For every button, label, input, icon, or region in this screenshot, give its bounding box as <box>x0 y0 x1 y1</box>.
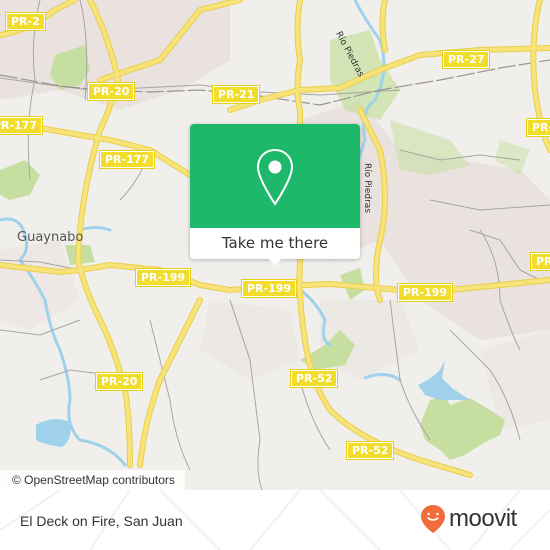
route-shield-pr-199: PR-199 <box>134 268 192 287</box>
map-attribution[interactable]: © OpenStreetMap contributors <box>0 470 185 490</box>
map-pin-icon <box>256 148 294 206</box>
moovit-pin-icon <box>421 505 445 533</box>
route-shield-pr-2: PR-2 <box>5 12 46 31</box>
route-shield-pr-52: PR-52 <box>345 441 395 460</box>
moovit-logo[interactable]: moovit <box>420 503 517 535</box>
route-shield-pr-27: PR-27 <box>441 50 491 69</box>
route-shield-pr: PR <box>530 252 550 271</box>
route-shield-pr-199: PR-199 <box>240 279 298 298</box>
place-label-guaynabo: Guaynabo <box>17 230 84 245</box>
map-view[interactable]: PR-2 PR-20 PR-21 PR-27 PR-177 PR-177 PR-… <box>0 0 550 490</box>
route-shield-pr-177: PR-177 <box>98 150 156 169</box>
route-shield-pr-199: PR-199 <box>396 283 454 302</box>
popup-pointer <box>268 258 282 266</box>
route-shield-pr-21: PR-21 <box>211 85 261 104</box>
location-title: El Deck on Fire, San Juan <box>20 513 183 529</box>
route-shield-pr-52: PR-52 <box>289 369 339 388</box>
route-shield-pr-20: PR-20 <box>86 82 136 101</box>
route-shield-pr-1: PR-1 <box>526 118 550 137</box>
moovit-wordmark: moovit <box>449 505 517 532</box>
popup-header <box>190 124 360 228</box>
river-label-rio-piedras: Río Piedras <box>362 163 372 214</box>
location-popup: Take me there <box>190 124 360 266</box>
footer-bar: El Deck on Fire, San Juan moovit <box>0 490 550 550</box>
take-me-there-button[interactable]: Take me there <box>190 228 360 259</box>
route-shield-pr-20: PR-20 <box>94 372 144 391</box>
route-shield-pr-177: PR-177 <box>0 116 44 135</box>
